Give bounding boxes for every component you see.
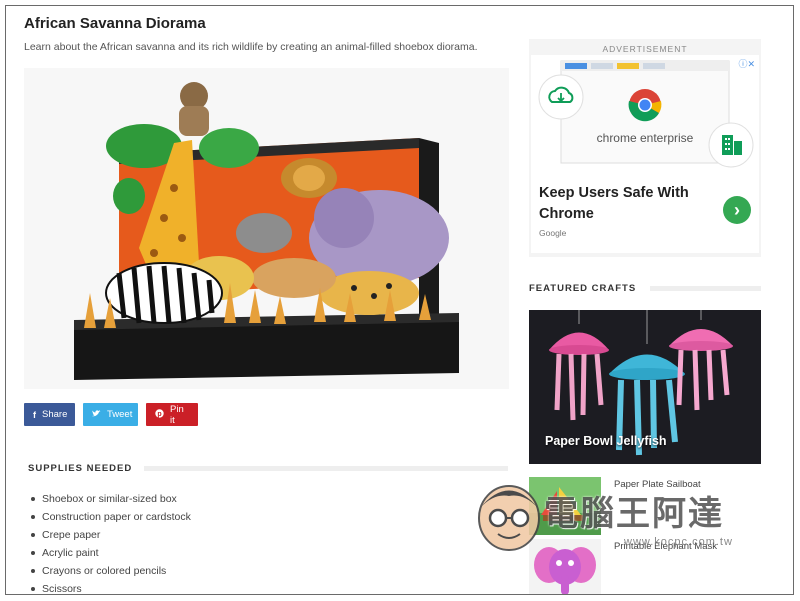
ad-headline[interactable]: Keep Users Safe With Chrome [539,183,719,225]
share-buttons: f Share Tweet p Pin it [24,403,198,426]
article-title: African Savanna Diorama [24,15,206,32]
ad-source: Google [539,228,567,238]
article-description: Learn about the African savanna and its … [24,41,478,53]
list-item: Acrylic paint [28,544,191,562]
list-item: Crepe paper [28,526,191,544]
facebook-icon: f [33,409,36,420]
facebook-share-button[interactable]: f Share [24,403,75,426]
heading-divider [650,286,761,291]
list-item: Shoebox or similar-sized box [28,490,191,508]
twitter-share-button[interactable]: Tweet [83,403,138,426]
info-icon[interactable]: ⓘ✕ [738,57,755,70]
list-item: Construction paper or cardstock [28,508,191,526]
pinterest-icon: p [155,409,164,420]
featured-heading-text: FEATURED CRAFTS [529,283,637,294]
pinterest-share-label: Pin it [170,403,184,426]
ad-visual [538,60,754,168]
featured-main-card[interactable]: Paper Bowl Jellyfish [529,310,761,464]
twitter-icon [92,409,101,420]
heading-divider [144,466,508,471]
advertisement: ADVERTISEMENT ⓘ✕ chrome enterprise Keep … [529,39,761,257]
supplies-list: Shoebox or similar-sized box Constructio… [28,490,191,594]
ad-label: ADVERTISEMENT [602,44,688,54]
facebook-share-label: Share [42,409,68,420]
page-frame: African Savanna Diorama Learn about the … [5,5,794,595]
chevron-right-icon[interactable]: › [723,196,751,224]
mascot-icon [478,485,540,551]
svg-text:p: p [157,411,161,418]
watermark-text: 電腦王阿達 [544,494,724,534]
list-item: Crayons or colored pencils [28,562,191,580]
supplies-heading-text: SUPPLIES NEEDED [28,463,133,474]
featured-main-title[interactable]: Paper Bowl Jellyfish [545,434,667,448]
ad-card[interactable]: ⓘ✕ chrome enterprise Keep Users Safe Wit… [531,55,759,253]
ad-brand-text: chrome enterprise [596,131,694,145]
twitter-share-label: Tweet [107,409,133,420]
list-item: Scissors [28,580,191,594]
diorama-illustration [74,82,459,380]
watermark: 電腦王阿達 www.kocpc.com.tw [474,478,759,560]
supplies-heading: SUPPLIES NEEDED [28,463,508,474]
article-hero-image [24,68,509,389]
featured-heading: FEATURED CRAFTS [529,283,761,294]
watermark-url: www.kocpc.com.tw [624,536,733,548]
pinterest-share-button[interactable]: p Pin it [146,403,198,426]
